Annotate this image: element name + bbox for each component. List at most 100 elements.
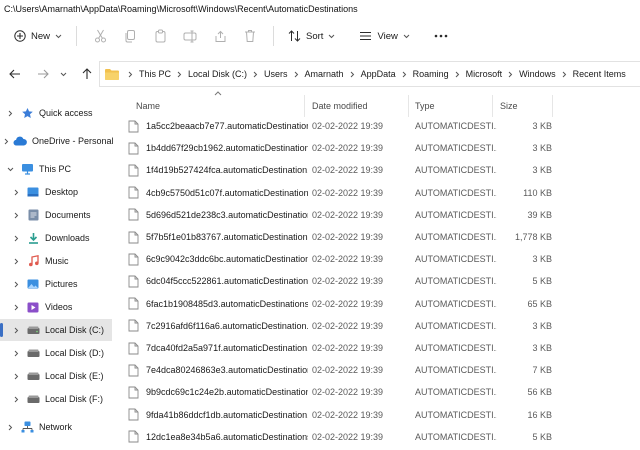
file-row[interactable]: 12dc1ea8e34b5a6.automaticDestinations...… [124, 426, 640, 448]
expand-chevron-icon[interactable] [10, 304, 22, 311]
sidebar-item-label: Videos [45, 302, 73, 312]
file-size: 110 KB [523, 187, 552, 198]
delete-button[interactable] [235, 24, 265, 48]
file-icon [128, 297, 139, 310]
column-header-name[interactable]: Name [136, 96, 306, 116]
file-name-cell: 12dc1ea8e34b5a6.automaticDestinations... [128, 426, 308, 448]
file-row[interactable]: 7e4dca80246863e3.automaticDestination...… [124, 359, 640, 381]
column-header-date-modified[interactable]: Date modified [312, 96, 408, 116]
file-icon [128, 164, 139, 177]
sidebar-item-label: Downloads [45, 233, 90, 243]
file-row[interactable]: 6c9c9042c3ddc6bc.automaticDestination...… [124, 248, 640, 270]
file-row[interactable]: 9b9cdc69c1c24e2b.automaticDestination...… [124, 381, 640, 403]
file-row[interactable]: 7c2916afd6f116a6.automaticDestination...… [124, 315, 640, 337]
breadcrumb-local-disk-c[interactable]: Local Disk (C:) [188, 69, 247, 79]
file-icon [128, 231, 139, 244]
sidebar-item-quick-access[interactable]: Quick access [0, 102, 112, 124]
sort-button[interactable]: Sort [282, 24, 341, 48]
file-date-modified: 02-02-2022 19:39 [312, 320, 384, 331]
arrow-right-icon [38, 69, 49, 79]
sidebar-item-pictures[interactable]: Pictures [0, 273, 112, 295]
expand-chevron-icon[interactable] [10, 212, 22, 219]
sidebar-item-local-disk-d[interactable]: Local Disk (D:) [0, 342, 112, 364]
file-date-modified: 02-02-2022 19:39 [312, 298, 384, 309]
chevron-down-icon [329, 34, 335, 38]
expand-chevron-icon[interactable] [10, 327, 22, 334]
column-divider[interactable] [492, 95, 493, 117]
breadcrumb-this-pc[interactable]: This PC [139, 69, 171, 79]
expand-chevron-icon[interactable] [10, 396, 22, 403]
view-button[interactable]: View [353, 24, 415, 48]
breadcrumb-users[interactable]: Users [264, 69, 288, 79]
column-divider[interactable] [552, 95, 553, 117]
expand-chevron-icon[interactable] [4, 138, 9, 145]
file-row[interactable]: 5d696d521de238c3.automaticDestination...… [124, 204, 640, 226]
breadcrumb-chevron-icon [128, 71, 133, 78]
expand-chevron-icon[interactable] [10, 373, 22, 380]
copy-button[interactable] [115, 24, 145, 48]
sidebar-item-local-disk-f[interactable]: Local Disk (F:) [0, 388, 112, 410]
file-row[interactable]: 7dca40fd2a5a971f.automaticDestination...… [124, 337, 640, 359]
breadcrumb-recent-items[interactable]: Recent Items [573, 69, 626, 79]
file-row[interactable]: 1b4dd67f29cb1962.automaticDestination...… [124, 137, 640, 159]
file-size: 16 KB [527, 409, 552, 420]
sidebar-item-network[interactable]: Network [0, 416, 112, 438]
cut-button[interactable] [85, 24, 115, 48]
sidebar-item-local-disk-c[interactable]: Local Disk (C:) [0, 319, 112, 341]
breadcrumb-microsoft[interactable]: Microsoft [466, 69, 503, 79]
breadcrumb-amarnath[interactable]: Amarnath [305, 69, 344, 79]
expand-chevron-icon[interactable] [10, 189, 22, 196]
column-header-type[interactable]: Type [415, 96, 495, 116]
column-divider[interactable] [304, 95, 305, 117]
file-name: 1b4dd67f29cb1962.automaticDestination... [146, 143, 308, 154]
up-button[interactable] [74, 61, 100, 87]
breadcrumb-chevron-icon [177, 71, 182, 78]
expand-chevron-icon[interactable] [4, 110, 16, 117]
breadcrumb-windows[interactable]: Windows [519, 69, 556, 79]
expand-chevron-icon[interactable] [10, 281, 22, 288]
recent-locations-button[interactable] [56, 61, 70, 87]
collapse-chevron-icon[interactable] [4, 167, 16, 172]
column-divider[interactable] [408, 95, 409, 117]
expand-chevron-icon[interactable] [4, 424, 16, 431]
new-button[interactable]: New [8, 24, 68, 48]
file-row[interactable]: 9fda41b86ddcf1db.automaticDestination...… [124, 404, 640, 426]
forward-button[interactable] [30, 61, 56, 87]
file-date-modified: 02-02-2022 19:39 [312, 254, 384, 265]
copy-icon [125, 30, 135, 43]
file-row[interactable]: 1f4d19b527424fca.automaticDestination...… [124, 159, 640, 181]
share-button[interactable] [205, 24, 235, 48]
file-row[interactable]: 5f7b5f1e01b83767.automaticDestination...… [124, 226, 640, 248]
breadcrumb-roaming[interactable]: Roaming [413, 69, 449, 79]
more-button[interactable] [426, 24, 456, 48]
sidebar-item-desktop[interactable]: Desktop [0, 181, 112, 203]
column-header-size[interactable]: Size [500, 96, 550, 116]
file-date-modified: 02-02-2022 19:39 [312, 232, 384, 242]
chevron-down-icon [60, 72, 66, 76]
file-date-modified: 02-02-2022 19:39 [312, 143, 384, 154]
download-icon [26, 231, 40, 245]
expand-chevron-icon[interactable] [10, 258, 22, 265]
sidebar-item-music[interactable]: Music [0, 250, 112, 272]
breadcrumb-appdata[interactable]: AppData [361, 69, 396, 79]
paste-icon [155, 29, 166, 43]
address-bar[interactable]: This PC Local Disk (C:) Users Amarnath A… [99, 61, 640, 87]
file-row[interactable]: 6fac1b1908485d3.automaticDestinations-..… [124, 293, 640, 315]
file-icon [128, 142, 139, 155]
sidebar-item-onedrive[interactable]: OneDrive - Personal [0, 130, 114, 152]
sidebar-item-downloads[interactable]: Downloads [0, 227, 112, 249]
back-button[interactable] [2, 61, 28, 87]
sidebar-item-label: Network [39, 422, 73, 432]
sidebar-item-local-disk-e[interactable]: Local Disk (E:) [0, 365, 112, 387]
paste-button[interactable] [145, 24, 175, 48]
file-name: 12dc1ea8e34b5a6.automaticDestinations... [146, 431, 308, 442]
expand-chevron-icon[interactable] [10, 235, 22, 242]
rename-button[interactable] [175, 24, 205, 48]
sidebar-item-documents[interactable]: Documents [0, 204, 112, 226]
sidebar-item-videos[interactable]: Videos [0, 296, 112, 318]
file-row[interactable]: 4cb9c5750d51c07f.automaticDestination...… [124, 182, 640, 204]
file-row[interactable]: 1a5cc2beaacb7e77.automaticDestination...… [124, 115, 640, 137]
file-row[interactable]: 6dc04f5ccc522861.automaticDestination...… [124, 270, 640, 292]
expand-chevron-icon[interactable] [10, 350, 22, 357]
sidebar-item-this-pc[interactable]: This PC [0, 158, 112, 180]
